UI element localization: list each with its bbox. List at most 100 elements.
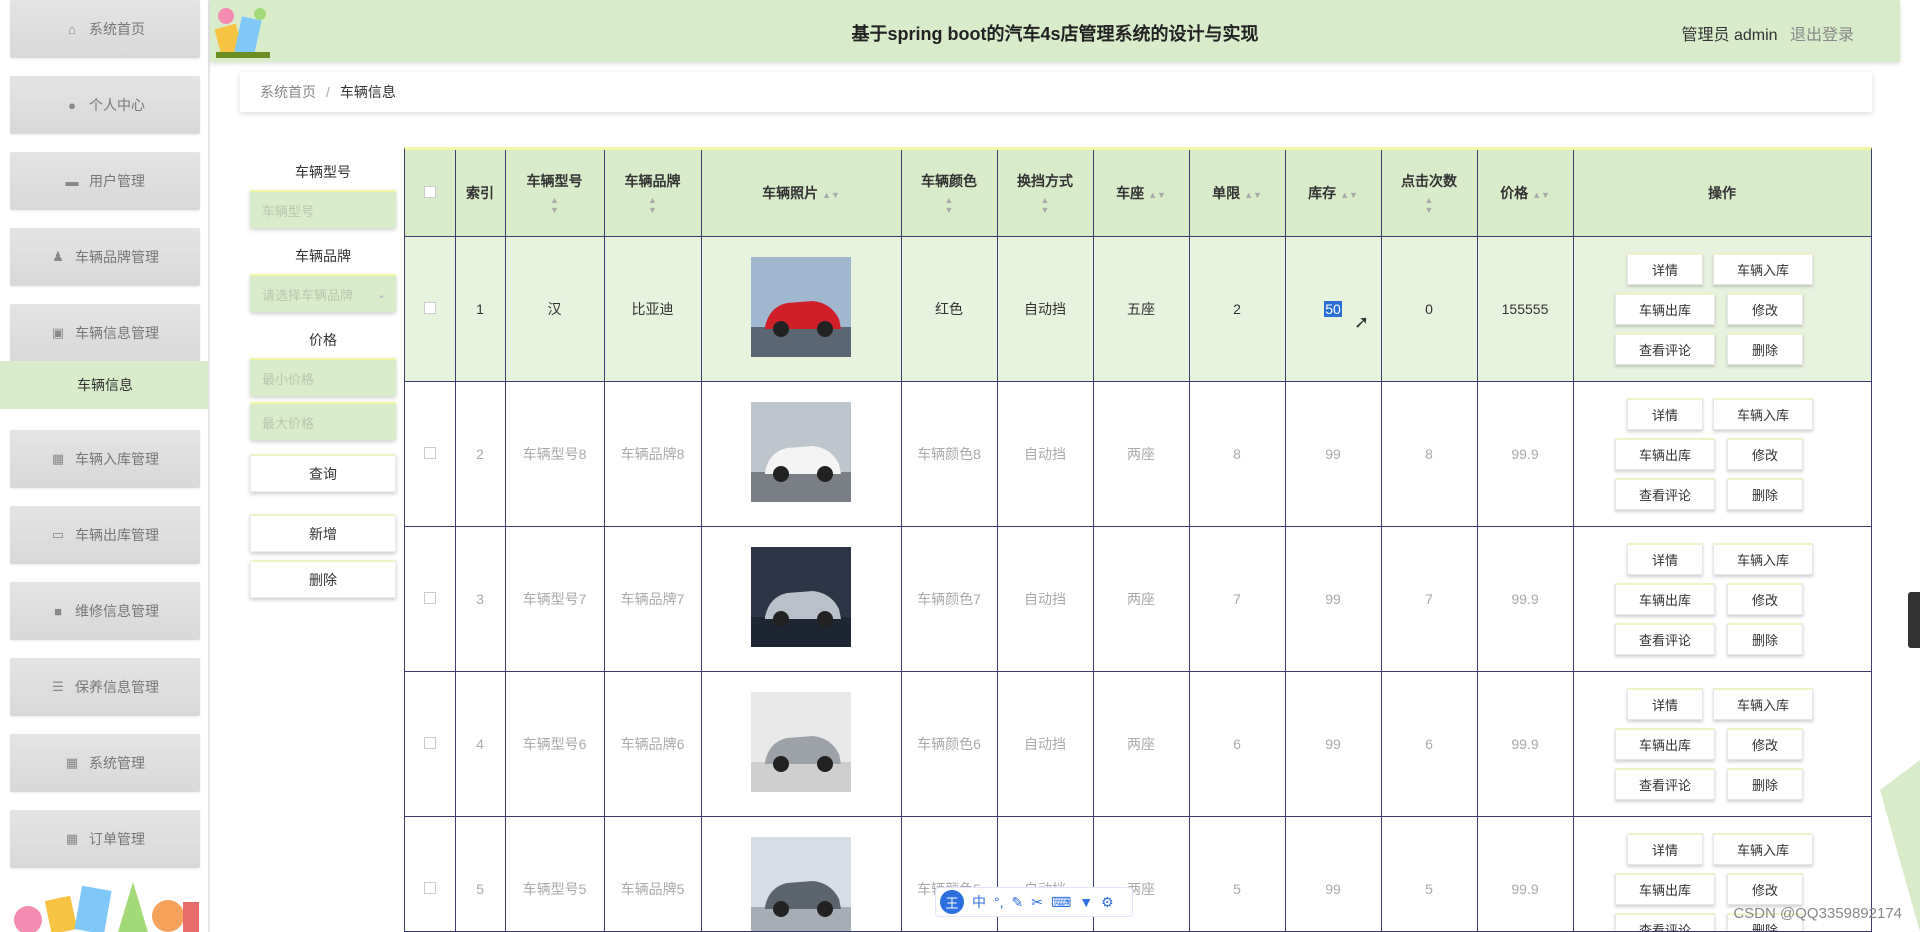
stock-out-button[interactable]: 车辆出库 — [1615, 727, 1715, 760]
cell-select — [405, 236, 456, 382]
grey-suv-photo[interactable] — [751, 837, 851, 932]
sort-icon[interactable]: ▲▼ — [998, 195, 1093, 215]
keyboard-icon[interactable]: ⌨ — [1051, 894, 1071, 911]
ime-mode-toggle[interactable]: 中 — [972, 892, 986, 912]
column-header-model[interactable]: 车辆型号 ▲ ▼ — [505, 150, 605, 237]
detail-button[interactable]: 详情 — [1627, 397, 1703, 430]
sidebar-item-repair-management[interactable]: ■ 维修信息管理 — [10, 582, 200, 640]
sidebar-item-personal-center[interactable]: ● 个人中心 — [10, 76, 200, 134]
sort-icon[interactable]: ▲▼ — [605, 195, 701, 215]
row-checkbox[interactable] — [423, 881, 436, 894]
stock-in-button[interactable]: 车辆入库 — [1713, 832, 1813, 865]
stock-out-button[interactable]: 车辆出库 — [1615, 582, 1715, 615]
row-checkbox[interactable] — [423, 301, 436, 314]
stock-in-button[interactable]: 车辆入库 — [1713, 687, 1813, 720]
cell-stock-value[interactable]: 50 — [1324, 300, 1342, 317]
sidebar-item-vehicle-info-management[interactable]: ▣ 车辆信息管理 — [10, 304, 200, 362]
sort-icon[interactable]: ▲▼ — [1532, 190, 1550, 200]
stock-out-button[interactable]: 车辆出库 — [1615, 292, 1715, 325]
sort-icon[interactable]: ▲▼ — [1244, 190, 1262, 200]
model-filter-input[interactable]: 车辆型号 — [250, 190, 396, 228]
sidebar-item-order-management[interactable]: ▦ 订单管理 — [10, 810, 200, 868]
sort-icon[interactable]: ▲▼ — [902, 195, 997, 215]
delete-button[interactable]: 删除 — [1727, 477, 1803, 510]
column-header-brand[interactable]: 车辆品牌 ▲ ▼ — [604, 150, 702, 237]
column-header-clicks[interactable]: 点击次数 ▲ ▼ — [1381, 150, 1478, 237]
delete-button[interactable]: 删除 — [1727, 332, 1803, 365]
sidebar-subitem-vehicle-info[interactable]: 车辆信息 — [0, 361, 208, 409]
stock-out-button[interactable]: 车辆出库 — [1615, 437, 1715, 470]
breadcrumb-home-link[interactable]: 系统首页 — [260, 82, 316, 102]
query-button[interactable]: 查询 — [250, 454, 396, 492]
add-button[interactable]: 新增 — [250, 514, 396, 552]
cell-index: 5 — [455, 816, 506, 931]
cell-stock: 99 — [1285, 816, 1382, 931]
sort-icon[interactable]: ▲▼ — [1382, 195, 1477, 215]
white-sedan-photo[interactable] — [751, 402, 851, 502]
scissors-icon[interactable]: ✂ — [1031, 894, 1043, 911]
column-header-price[interactable]: 价格 ▲▼ — [1477, 150, 1574, 237]
detail-button[interactable]: 详情 — [1627, 542, 1703, 575]
gear-icon[interactable]: ⚙ — [1101, 894, 1114, 911]
edit-button[interactable]: 修改 — [1727, 292, 1803, 325]
detail-button[interactable]: 详情 — [1627, 832, 1703, 865]
edit-button[interactable]: 修改 — [1727, 582, 1803, 615]
bulk-delete-button[interactable]: 删除 — [250, 560, 396, 598]
ime-logo-icon[interactable]: 王 — [940, 890, 964, 914]
row-checkbox[interactable] — [423, 736, 436, 749]
view-comments-button[interactable]: 查看评论 — [1615, 477, 1715, 510]
sort-icon[interactable]: ▲▼ — [1148, 190, 1166, 200]
select-all-checkbox[interactable] — [423, 185, 436, 198]
sidebar-item-system-management[interactable]: ▦ 系统管理 — [10, 734, 200, 792]
sidebar-item-stock-in-management[interactable]: ▦ 车辆入库管理 — [10, 430, 200, 488]
pen-icon[interactable]: ✎ — [1012, 894, 1024, 911]
view-comments-button[interactable]: 查看评论 — [1615, 622, 1715, 655]
column-header-stock[interactable]: 库存 ▲▼ — [1285, 150, 1382, 237]
view-comments-button[interactable]: 查看评论 — [1615, 332, 1715, 365]
column-header-label: 车辆型号 — [526, 172, 583, 189]
cell-select — [405, 526, 456, 672]
row-checkbox[interactable] — [423, 591, 436, 604]
edit-button[interactable]: 修改 — [1727, 437, 1803, 470]
column-header-label: 车座 — [1116, 184, 1145, 201]
silver-roadster-photo[interactable] — [751, 547, 851, 647]
stock-out-button[interactable]: 车辆出库 — [1615, 872, 1715, 905]
stock-in-button[interactable]: 车辆入库 — [1713, 397, 1813, 430]
edit-button[interactable]: 修改 — [1727, 727, 1803, 760]
view-comments-button[interactable]: 查看评论 — [1615, 767, 1715, 800]
column-header-seats[interactable]: 车座 ▲▼ — [1093, 150, 1190, 237]
view-comments-button[interactable]: 查看评论 — [1615, 912, 1715, 931]
sidebar-item-home[interactable]: ⌂ 系统首页 — [10, 0, 200, 58]
sidebar-item-user-management[interactable]: ▬ 用户管理 — [10, 152, 200, 210]
concept-car-photo[interactable] — [751, 692, 851, 792]
sort-icon[interactable]: ▲▼ — [1340, 190, 1358, 200]
detail-button[interactable]: 详情 — [1627, 687, 1703, 720]
skin-icon[interactable]: ▼ — [1079, 894, 1093, 910]
sidebar-item-maintenance-management[interactable]: ☰ 保养信息管理 — [10, 658, 200, 716]
min-price-input[interactable]: 最小价格 — [250, 358, 396, 396]
detail-button[interactable]: 详情 — [1627, 252, 1703, 285]
column-header-limit[interactable]: 单限 ▲▼ — [1189, 150, 1286, 237]
cell-limit: 7 — [1189, 526, 1286, 672]
column-header-color[interactable]: 车辆颜色 ▲ ▼ — [901, 150, 998, 237]
column-header-gear[interactable]: 换挡方式 ▲ ▼ — [997, 150, 1094, 237]
red-hatchback-photo[interactable] — [751, 257, 851, 357]
logout-link[interactable]: 退出登录 — [1790, 27, 1854, 44]
stock-in-button[interactable]: 车辆入库 — [1713, 252, 1813, 285]
side-scroll-handle[interactable] — [1908, 592, 1920, 648]
row-checkbox[interactable] — [423, 446, 436, 459]
sidebar-item-brand-management[interactable]: ♟ 车辆品牌管理 — [10, 228, 200, 286]
delete-button[interactable]: 删除 — [1727, 767, 1803, 800]
sort-icon[interactable]: ▲▼ — [822, 190, 840, 200]
punctuation-icon[interactable]: °, — [994, 894, 1004, 910]
column-header-photo[interactable]: 车辆照片 ▲▼ — [701, 150, 902, 237]
sort-icon[interactable]: ▲▼ — [506, 195, 604, 215]
edit-button[interactable]: 修改 — [1727, 872, 1803, 905]
sidebar-item-stock-out-management[interactable]: ▭ 车辆出库管理 — [10, 506, 200, 564]
brand-filter-select[interactable]: 请选择车辆品牌 ⌄ — [250, 274, 396, 312]
cell-color: 车辆颜色7 — [901, 526, 998, 672]
delete-button[interactable]: 删除 — [1727, 622, 1803, 655]
cell-index: 2 — [455, 381, 506, 527]
stock-in-button[interactable]: 车辆入库 — [1713, 542, 1813, 575]
max-price-input[interactable]: 最大价格 — [250, 402, 396, 440]
